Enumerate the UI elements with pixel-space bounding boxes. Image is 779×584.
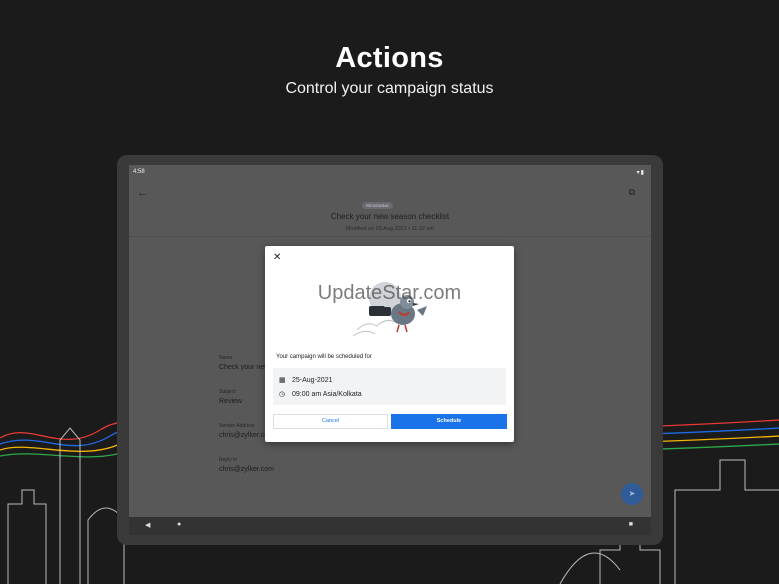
schedule-details: ▦ 25-Aug-2021 ◷ 09:00 am Asia/Kolkata [273, 368, 506, 405]
copy-icon[interactable]: ⧉ [629, 187, 635, 198]
close-icon[interactable]: ✕ [273, 252, 281, 263]
status-badge: REVIEWING [362, 202, 393, 209]
field-reply-to: Reply to chris@zylker.com [219, 457, 619, 473]
status-bar: 4:58 ▾▮ [129, 165, 651, 179]
schedule-dialog: ✕ UpdateStar.com Your campaign will be s… [265, 246, 514, 442]
status-time: 4:58 [133, 169, 145, 175]
schedule-date-row: ▦ 25-Aug-2021 [279, 376, 332, 384]
field-label: Reply to [219, 457, 238, 463]
hero-title: Actions [335, 42, 444, 74]
schedule-button[interactable]: Schedule [391, 414, 507, 429]
app-header: ← ⧉ REVIEWING Check your new season chec… [129, 179, 651, 237]
nav-home-icon[interactable]: ● [177, 521, 181, 528]
modified-timestamp: Modified on 03 Aug 2021 • 11:32 am [345, 226, 435, 232]
nav-recents-icon[interactable]: ■ [629, 521, 633, 528]
cancel-button[interactable]: Cancel [273, 414, 388, 429]
field-value: chris@zylker.com [219, 466, 274, 473]
clock-icon: ◷ [279, 391, 286, 398]
send-button[interactable]: ➤ [621, 483, 643, 505]
schedule-time-row: ◷ 09:00 am Asia/Kolkata [279, 390, 362, 398]
system-nav-bar: ◀ ● ■ [129, 517, 651, 535]
arrow-left-icon[interactable]: ← [137, 187, 148, 199]
schedule-description: Your campaign will be scheduled for [276, 354, 372, 360]
calendar-icon: ▦ [279, 377, 286, 384]
campaign-title: Check your new season checklist [330, 212, 450, 221]
status-icons: ▾▮ [636, 170, 645, 176]
nav-back-icon[interactable]: ◀ [145, 521, 150, 529]
watermark-text: UpdateStar.com [317, 282, 462, 304]
send-icon: ➤ [628, 489, 636, 498]
schedule-date: 25-Aug-2021 [292, 377, 333, 384]
schedule-time: 09:00 am Asia/Kolkata [292, 391, 362, 398]
hero-subtitle: Control your campaign status [285, 80, 494, 97]
